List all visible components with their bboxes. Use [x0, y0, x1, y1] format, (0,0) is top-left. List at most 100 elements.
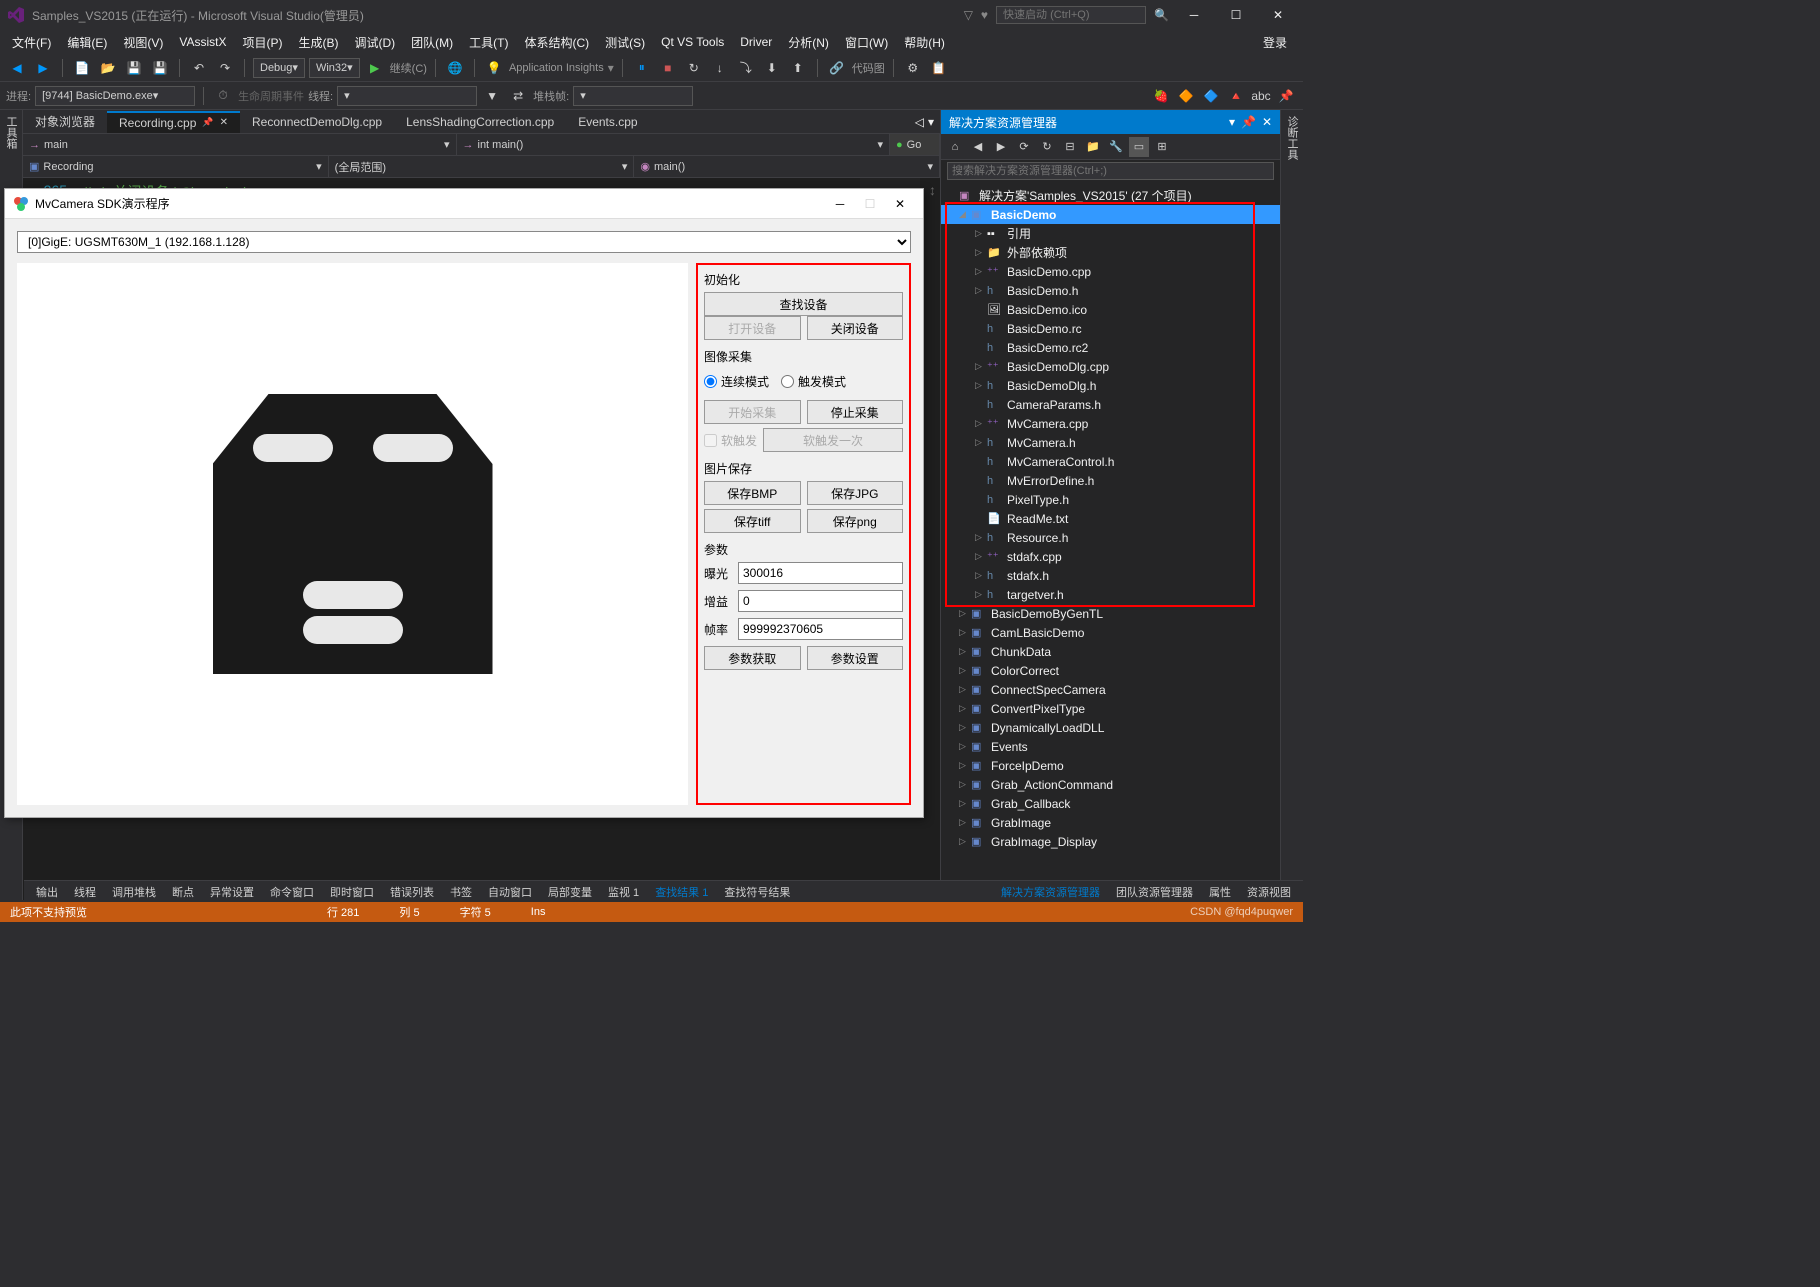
- diagnostics-tab[interactable]: 诊断工具: [1280, 110, 1303, 900]
- tab-solution[interactable]: 解决方案资源管理器: [995, 882, 1106, 902]
- search-icon[interactable]: 🔍: [1154, 8, 1169, 22]
- insights-icon[interactable]: 💡: [483, 57, 505, 79]
- menu-tools[interactable]: 工具(T): [461, 32, 516, 53]
- project-item[interactable]: ▷▣GrabImage: [941, 813, 1280, 832]
- gain-input[interactable]: [738, 590, 903, 612]
- project-item[interactable]: ▷▣ForceIpDemo: [941, 756, 1280, 775]
- dialog-min-button[interactable]: ─: [825, 194, 855, 214]
- step-over-icon[interactable]: ⤵: [735, 57, 757, 79]
- mode-trig-radio[interactable]: 触发模式: [781, 373, 846, 390]
- va-icon4[interactable]: 🔺: [1225, 85, 1247, 107]
- refs-node[interactable]: ▷▪▪引用: [941, 224, 1280, 243]
- trig-once-button[interactable]: 软触发一次: [763, 428, 903, 452]
- va-icon[interactable]: 🍓: [1150, 85, 1172, 107]
- file-item[interactable]: hMvErrorDefine.h: [941, 471, 1280, 490]
- open-icon[interactable]: 📂: [97, 57, 119, 79]
- dialog-close-button[interactable]: ✕: [885, 194, 915, 214]
- props-icon[interactable]: 🔧: [1106, 137, 1126, 157]
- restart-icon[interactable]: ↻: [683, 57, 705, 79]
- menu-qt[interactable]: Qt VS Tools: [653, 33, 732, 51]
- nav-back-icon[interactable]: ◀: [6, 57, 28, 79]
- set-params-button[interactable]: 参数设置: [807, 646, 904, 670]
- step-into-icon[interactable]: ⬇: [761, 57, 783, 79]
- menu-driver[interactable]: Driver: [732, 33, 780, 51]
- close-device-button[interactable]: 关闭设备: [807, 316, 904, 340]
- file-item[interactable]: hBasicDemo.rc: [941, 319, 1280, 338]
- filter-icon[interactable]: ▼: [481, 85, 503, 107]
- continue-label[interactable]: 继续(C): [390, 60, 427, 76]
- preview-icon[interactable]: ▭: [1129, 137, 1149, 157]
- config-dropdown[interactable]: Debug ▾: [253, 58, 305, 78]
- tab-reconnect[interactable]: ReconnectDemoDlg.cpp: [240, 112, 394, 132]
- maximize-button[interactable]: ☐: [1219, 2, 1253, 28]
- project-item[interactable]: ▷▣ChunkData: [941, 642, 1280, 661]
- minimize-button[interactable]: ─: [1177, 2, 1211, 28]
- tab-team[interactable]: 团队资源管理器: [1110, 882, 1199, 902]
- nav-go[interactable]: ●Go: [890, 134, 940, 155]
- file-item[interactable]: hPixelType.h: [941, 490, 1280, 509]
- va-icon6[interactable]: 📌: [1275, 85, 1297, 107]
- project-basicdemo[interactable]: ◢▣BasicDemo: [941, 205, 1280, 224]
- save-bmp-button[interactable]: 保存BMP: [704, 481, 801, 505]
- save-tiff-button[interactable]: 保存tiff: [704, 509, 801, 533]
- tab-watch[interactable]: 监视 1: [602, 882, 645, 902]
- solution-tree[interactable]: ▣解决方案'Samples_VS2015' (27 个项目) ◢▣BasicDe…: [941, 184, 1280, 900]
- home-icon[interactable]: ⌂: [945, 137, 965, 157]
- start-capture-button[interactable]: 开始采集: [704, 400, 801, 424]
- pause-icon[interactable]: ⏸: [631, 57, 653, 79]
- project-item[interactable]: ▷▣BasicDemoByGenTL: [941, 604, 1280, 623]
- solution-root[interactable]: ▣解决方案'Samples_VS2015' (27 个项目): [941, 186, 1280, 205]
- tab-object-browser[interactable]: 对象浏览器: [23, 110, 107, 133]
- file-item[interactable]: ▷hstdafx.h: [941, 566, 1280, 585]
- va-icon2[interactable]: 🔶: [1175, 85, 1197, 107]
- tab-recording[interactable]: Recording.cpp📌✕: [107, 111, 240, 133]
- file-item[interactable]: hCameraParams.h: [941, 395, 1280, 414]
- tool-icon[interactable]: ⚙: [902, 57, 924, 79]
- fwd-icon[interactable]: ▶: [991, 137, 1011, 157]
- project-item[interactable]: ▷▣Events: [941, 737, 1280, 756]
- file-item[interactable]: ▷⁺⁺BasicDemoDlg.cpp: [941, 357, 1280, 376]
- codemap-icon[interactable]: 🔗: [826, 57, 848, 79]
- lifecycle-icon[interactable]: ⏱: [212, 85, 234, 107]
- project-item[interactable]: ▷▣ConnectSpecCamera: [941, 680, 1280, 699]
- project-item[interactable]: ▷▣CamLBasicDemo: [941, 623, 1280, 642]
- menu-analyze[interactable]: 分析(N): [780, 32, 837, 53]
- split-icon[interactable]: ↕: [929, 182, 936, 198]
- tab-breakpoints[interactable]: 断点: [166, 882, 200, 902]
- tab-resview[interactable]: 资源视图: [1241, 882, 1297, 902]
- soft-trig-check[interactable]: 软触发: [704, 432, 757, 449]
- nav-fwd-icon[interactable]: ▶: [32, 57, 54, 79]
- va-icon5[interactable]: abc: [1250, 85, 1272, 107]
- stop-capture-button[interactable]: 停止采集: [807, 400, 904, 424]
- notification-icon[interactable]: ▽: [964, 8, 973, 22]
- project-item[interactable]: ▷▣Grab_Callback: [941, 794, 1280, 813]
- open-device-button[interactable]: 打开设备: [704, 316, 801, 340]
- tab-threads[interactable]: 线程: [68, 882, 102, 902]
- login-link[interactable]: 登录: [1255, 32, 1299, 53]
- menu-file[interactable]: 文件(F): [4, 32, 59, 53]
- undo-icon[interactable]: ↶: [188, 57, 210, 79]
- tab-bookmarks[interactable]: 书签: [444, 882, 478, 902]
- get-params-button[interactable]: 参数获取: [704, 646, 801, 670]
- feedback-icon[interactable]: ♥: [981, 8, 988, 22]
- new-icon[interactable]: 📄: [71, 57, 93, 79]
- file-item[interactable]: hBasicDemo.rc2: [941, 338, 1280, 357]
- close-tab-icon[interactable]: ✕: [220, 117, 228, 128]
- file-item[interactable]: hMvCameraControl.h: [941, 452, 1280, 471]
- find-device-button[interactable]: 查找设备: [704, 292, 903, 316]
- tab-events[interactable]: Events.cpp: [566, 112, 649, 132]
- tab-lens[interactable]: LensShadingCorrection.cpp: [394, 112, 566, 132]
- file-item[interactable]: ▷hBasicDemoDlg.h: [941, 376, 1280, 395]
- tab-immediate[interactable]: 即时窗口: [324, 882, 380, 902]
- va-icon3[interactable]: 🔷: [1200, 85, 1222, 107]
- redo-icon[interactable]: ↷: [214, 57, 236, 79]
- refresh-icon[interactable]: ↻: [1037, 137, 1057, 157]
- continue-button[interactable]: ▶: [364, 57, 386, 79]
- nav-scope[interactable]: →main▾: [23, 134, 457, 155]
- tab-callstack[interactable]: 调用堆栈: [106, 882, 162, 902]
- view-icon[interactable]: ⊞: [1152, 137, 1172, 157]
- project-item[interactable]: ▷▣ConvertPixelType: [941, 699, 1280, 718]
- file-item[interactable]: 🖼BasicDemo.ico: [941, 300, 1280, 319]
- toggle-icon[interactable]: ⇄: [507, 85, 529, 107]
- tab-prev-icon[interactable]: ◁: [915, 115, 924, 129]
